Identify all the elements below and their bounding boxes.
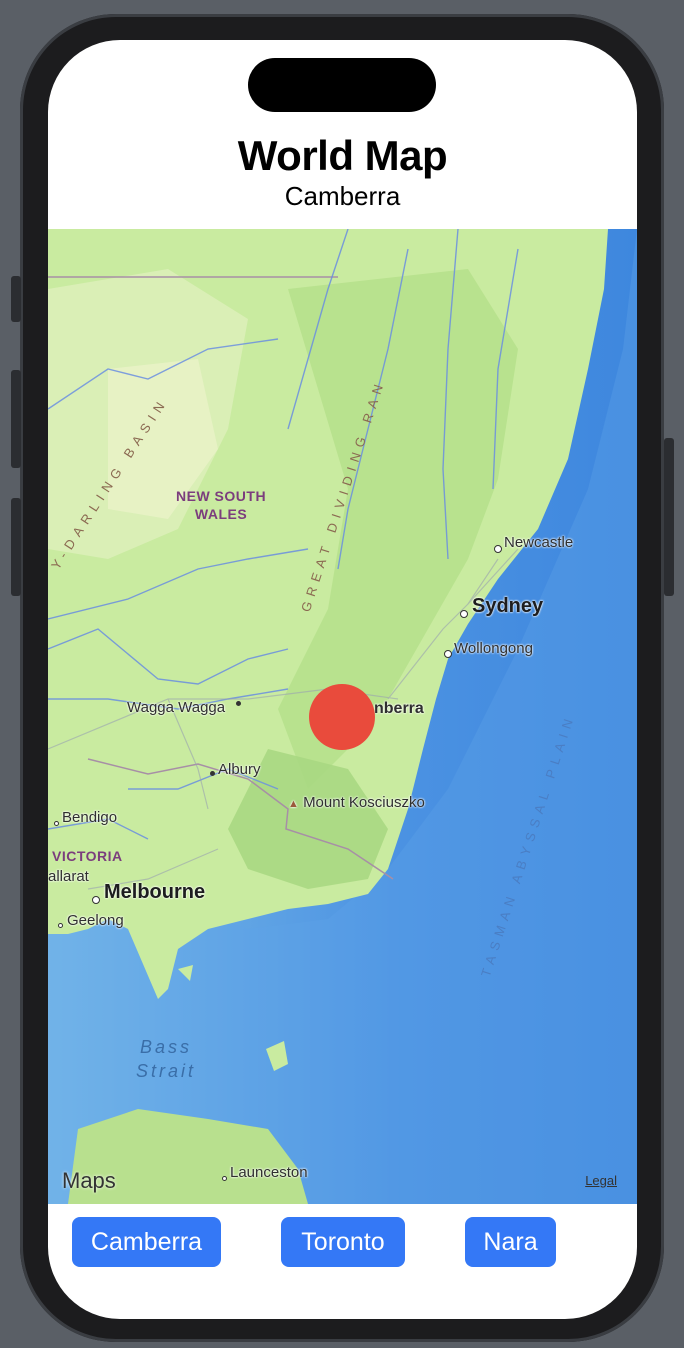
- maps-attribution: Maps: [62, 1168, 116, 1194]
- newcastle-dot: [494, 545, 502, 553]
- city-label-newcastle: Newcastle: [504, 534, 574, 551]
- region-label-nsw: NEW SOUTH WALES: [176, 488, 267, 522]
- peak-icon: ▲: [288, 798, 299, 810]
- melbourne-dot: [92, 896, 100, 904]
- volume-down-button: [11, 498, 21, 596]
- toronto-button[interactable]: Toronto: [281, 1217, 405, 1267]
- nara-button[interactable]: Nara: [465, 1217, 556, 1267]
- city-label-ballarat: allarat: [48, 868, 89, 885]
- legal-link[interactable]: Legal: [585, 1173, 617, 1188]
- camberra-button[interactable]: Camberra: [72, 1217, 221, 1267]
- city-label-wagga-wagga: Wagga Wagga: [127, 699, 226, 716]
- selected-location-marker[interactable]: [309, 684, 375, 750]
- wagga-dot: [236, 701, 241, 706]
- mute-switch: [11, 276, 21, 322]
- city-label-albury: Albury: [218, 761, 261, 778]
- map-view[interactable]: NEW SOUTH WALES VICTORIA GREAT DIVIDING …: [48, 229, 637, 1204]
- sydney-dot: [460, 610, 468, 618]
- page-title: World Map: [237, 132, 448, 179]
- mount-kosciuszko-label: ▲ Mount Kosciuszko: [288, 794, 425, 811]
- mount-kosciuszko-text: Mount Kosciuszko: [303, 794, 425, 811]
- volume-up-button: [11, 370, 21, 468]
- city-label-melbourne: Melbourne: [104, 881, 206, 903]
- screen: World Map Camberra NEW SOUTH WALES VICTO…: [48, 40, 637, 1319]
- wollongong-dot: [444, 650, 452, 658]
- maps-logo-text: Maps: [62, 1168, 116, 1193]
- city-label-wollongong: Wollongong: [454, 640, 533, 657]
- power-button: [664, 438, 674, 596]
- geelong-dot: [58, 923, 63, 928]
- city-label-canberra: nberra: [374, 700, 424, 717]
- city-label-launceston: Launceston: [230, 1164, 308, 1181]
- city-label-geelong: Geelong: [67, 912, 124, 929]
- city-label-bendigo: Bendigo: [62, 809, 118, 826]
- city-label-sydney: Sydney: [472, 595, 544, 617]
- selected-city-label: Camberra: [284, 181, 401, 211]
- albury-dot: [210, 771, 215, 776]
- dynamic-island: [248, 58, 436, 112]
- launceston-dot: [222, 1176, 227, 1181]
- bendigo-dot: [54, 821, 59, 826]
- bass-strait-label: Bass Strait: [136, 1037, 197, 1081]
- region-label-victoria: VICTORIA: [52, 848, 123, 864]
